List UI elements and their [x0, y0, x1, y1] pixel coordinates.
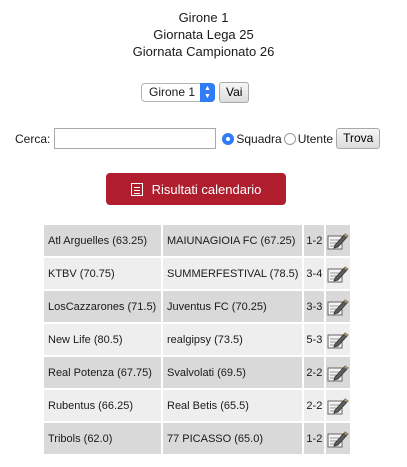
home-team: Rubentus (66.25): [44, 390, 161, 421]
edit-cell[interactable]: [326, 225, 351, 256]
user-radio[interactable]: [283, 132, 296, 145]
find-button[interactable]: Trova: [336, 128, 381, 149]
page-title: Girone 1: [178, 10, 229, 25]
home-team: Atl Arguelles (63.25): [44, 225, 161, 256]
table-row: KTBV (70.75) SUMMERFESTIVAL (78.5) 3-4: [44, 258, 351, 289]
table-row: Rubentus (66.25) Real Betis (65.5) 2-2: [44, 390, 351, 421]
away-team: Juventus FC (70.25): [163, 291, 303, 322]
group-select-row: Girone 1 ▲ ▼ Vai: [141, 82, 250, 103]
search-label: Cerca:: [15, 131, 51, 146]
edit-cell[interactable]: [326, 423, 351, 454]
table-row: Atl Arguelles (63.25) MAIUNAGIOIA FC (67.…: [44, 225, 351, 256]
edit-icon[interactable]: [327, 397, 349, 414]
table-row: LosCazzarones (71.5) Juventus FC (70.25) 3…: [44, 291, 351, 322]
edit-icon[interactable]: [327, 364, 349, 381]
search-row: Cerca: Squadra Utente Trova: [15, 128, 381, 149]
edit-icon[interactable]: [327, 298, 349, 315]
score: 3-4: [304, 258, 325, 289]
user-radio-label: Utente: [297, 131, 334, 146]
championship-round: Giornata Campionato 26: [132, 44, 275, 59]
league-round: Giornata Lega 25: [153, 27, 254, 42]
score: 2-2: [304, 390, 325, 421]
table-row: Tribols (62.0) 77 PICASSO (65.0) 1-2: [44, 423, 351, 454]
results-table: Atl Arguelles (63.25) MAIUNAGIOIA FC (67.…: [42, 223, 352, 456]
away-team: 77 PICASSO (65.0): [163, 423, 303, 454]
edit-cell[interactable]: [326, 390, 351, 421]
away-team: MAIUNAGIOIA FC (67.25): [163, 225, 303, 256]
team-radio[interactable]: [222, 132, 235, 145]
score: 1-2: [304, 225, 325, 256]
away-team: Svalvolati (69.5): [163, 357, 303, 388]
home-team: Tribols (62.0): [44, 423, 161, 454]
away-team: SUMMERFESTIVAL (78.5): [163, 258, 303, 289]
results-calendar-label: Risultati calendario: [151, 181, 262, 197]
edit-icon[interactable]: [327, 265, 349, 282]
away-team: Real Betis (65.5): [163, 390, 303, 421]
table-row: Real Potenza (67.75) Svalvolati (69.5) 2-2: [44, 357, 351, 388]
group-select-value: Girone 1: [149, 85, 196, 99]
edit-icon[interactable]: [327, 331, 349, 348]
edit-cell[interactable]: [326, 258, 351, 289]
edit-icon[interactable]: [327, 430, 349, 447]
go-button[interactable]: Vai: [219, 82, 250, 103]
table-row: New Life (80.5) realgipsy (73.5) 5-3: [44, 324, 351, 355]
edit-cell[interactable]: [326, 357, 351, 388]
edit-cell[interactable]: [326, 324, 351, 355]
score: 3-3: [304, 291, 325, 322]
select-arrows-icon: ▲ ▼: [200, 83, 215, 102]
score: 2-2: [304, 357, 325, 388]
team-radio-label: Squadra: [236, 131, 282, 146]
list-icon: [130, 182, 143, 196]
edit-icon[interactable]: [327, 232, 349, 249]
away-team: realgipsy (73.5): [163, 324, 303, 355]
home-team: LosCazzarones (71.5): [44, 291, 161, 322]
edit-cell[interactable]: [326, 291, 351, 322]
results-calendar-button[interactable]: Risultati calendario: [106, 173, 286, 205]
score: 1-2: [304, 423, 325, 454]
score: 5-3: [304, 324, 325, 355]
home-team: New Life (80.5): [44, 324, 161, 355]
group-select[interactable]: Girone 1 ▲ ▼: [141, 83, 215, 102]
search-input[interactable]: [54, 128, 217, 149]
home-team: Real Potenza (67.75): [44, 357, 161, 388]
home-team: KTBV (70.75): [44, 258, 161, 289]
